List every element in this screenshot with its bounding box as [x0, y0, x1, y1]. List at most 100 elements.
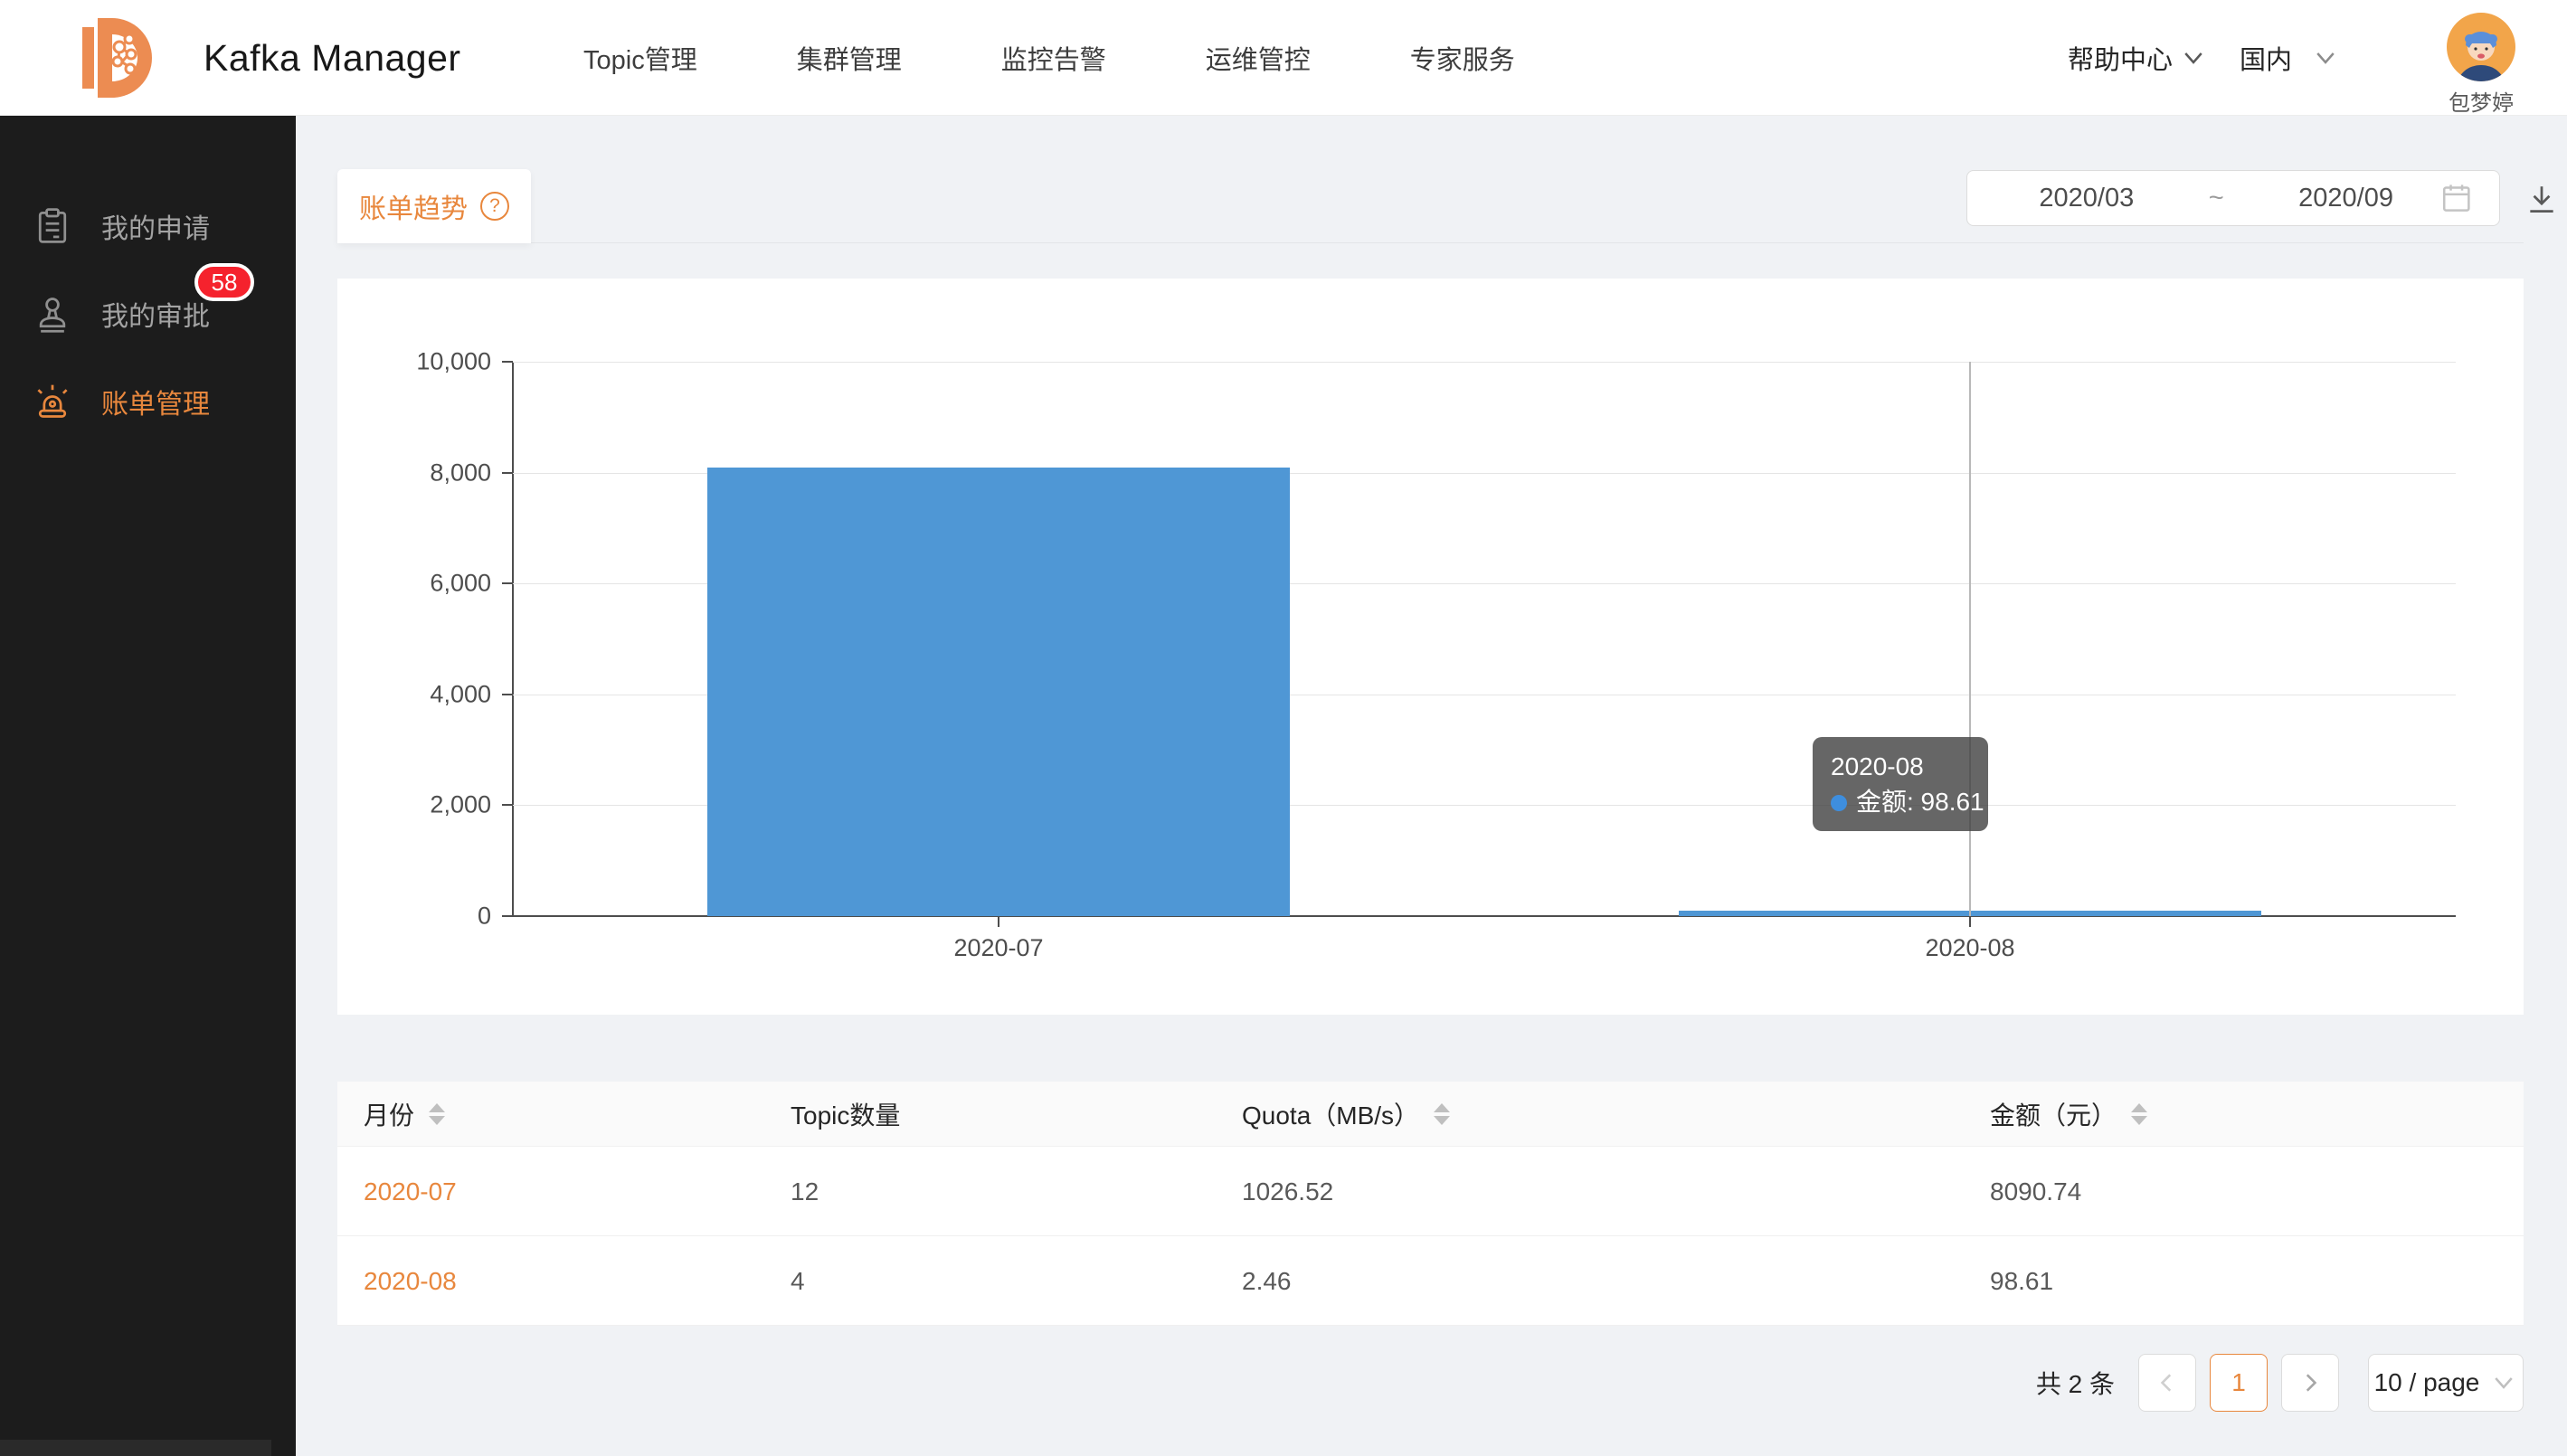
sidebar-item-我的申请[interactable]: 我的申请	[0, 182, 296, 269]
chevron-down-icon	[2180, 44, 2207, 71]
chevron-right-icon	[2298, 1371, 2322, 1395]
chart-plot: 02,0004,0006,0008,00010,0002020-072020-0…	[513, 362, 2456, 916]
y-tick	[502, 361, 513, 363]
app-title: Kafka Manager	[204, 0, 461, 116]
clipboard-icon	[33, 206, 72, 246]
y-tick	[502, 915, 513, 917]
x-axis-label: 2020-08	[1925, 934, 2014, 962]
table-cell: 98.61	[1990, 1236, 2053, 1326]
tooltip-value: 金额: 98.61	[1856, 788, 1984, 816]
sidebar-item-账单管理[interactable]: 账单管理	[0, 357, 296, 445]
y-tick	[502, 694, 513, 695]
nav-item-专家服务[interactable]: 专家服务	[1410, 39, 1515, 77]
sort-icon[interactable]	[2131, 1103, 2147, 1125]
help-center-label: 帮助中心	[2068, 39, 2173, 77]
sort-desc-icon	[2131, 1116, 2147, 1125]
column-label: 月份	[364, 1096, 414, 1132]
notification-badge: 58	[194, 263, 254, 301]
page-1-button[interactable]: 1	[2210, 1354, 2268, 1412]
next-page-button[interactable]	[2281, 1354, 2339, 1412]
chevron-left-icon	[2155, 1371, 2179, 1395]
sidebar-menu: 我的申请我的审批58 账单管理	[0, 116, 296, 445]
main-content: 账单趋势 ? 2020/03 ~ 2020/09 02,0004,0006,00…	[296, 116, 2567, 1456]
app-logo-icon	[77, 13, 167, 103]
y-tick	[502, 472, 513, 474]
nav-item-运维管控[interactable]: 运维管控	[1206, 39, 1311, 77]
nav-item-Topic管理[interactable]: Topic管理	[583, 39, 697, 77]
sort-desc-icon	[429, 1116, 445, 1125]
y-tick	[502, 804, 513, 806]
sort-asc-icon	[2131, 1103, 2147, 1112]
chevron-down-icon	[2312, 44, 2339, 71]
main-nav: Topic管理 集群管理 监控告警 运维管控 专家服务	[583, 0, 1615, 116]
chart-y-axis	[512, 362, 514, 916]
column-label: Topic数量	[791, 1096, 900, 1132]
user-menu[interactable]: 包梦婷	[2422, 13, 2540, 117]
month-link[interactable]: 2020-08	[364, 1236, 457, 1326]
column-header-金额（元）[interactable]: 金额（元）	[1990, 1082, 2147, 1147]
column-header-Quota（MB/s）[interactable]: Quota（MB/s）	[1242, 1082, 1450, 1147]
calendar-icon	[2439, 181, 2474, 215]
chart-tooltip: 2020-08 金额: 98.61	[1813, 737, 1988, 831]
sort-desc-icon	[1434, 1116, 1450, 1125]
y-axis-label: 10,000	[416, 348, 491, 376]
sidebar-item-我的审批[interactable]: 我的审批58	[0, 269, 296, 357]
date-end-input[interactable]: 2020/09	[2252, 184, 2440, 213]
tooltip-value-line: 金额: 98.61	[1831, 784, 1970, 819]
prev-page-button[interactable]	[2138, 1354, 2196, 1412]
month-link[interactable]: 2020-07	[364, 1147, 457, 1236]
page-size-select[interactable]: 10 / page	[2368, 1354, 2524, 1412]
download-icon[interactable]	[2524, 183, 2559, 217]
stamp-icon	[33, 294, 72, 334]
y-axis-label: 6,000	[430, 570, 491, 598]
tooltip-title: 2020-08	[1831, 749, 1970, 784]
column-header-月份[interactable]: 月份	[364, 1082, 445, 1147]
chart-crosshair	[1969, 362, 1971, 916]
sidebar: 我的申请我的审批58 账单管理	[0, 116, 296, 1456]
sidebar-collapse-bar[interactable]	[0, 1440, 271, 1456]
tab-bill-trend[interactable]: 账单趋势 ?	[337, 169, 531, 243]
sidebar-item-label: 我的申请	[101, 206, 210, 246]
sidebar-item-label: 我的审批	[101, 294, 210, 334]
top-header: Kafka Manager Topic管理 集群管理 监控告警 运维管控 专家服务 帮助…	[0, 0, 2567, 116]
region-label: 国内	[2240, 39, 2292, 77]
help-center-menu[interactable]: 帮助中心	[2068, 0, 2207, 116]
table-header-row: 月份 Topic数量 Quota（MB/s） 金额（元）	[337, 1082, 2524, 1147]
sort-icon[interactable]	[1434, 1103, 1450, 1125]
tab-label: 账单趋势	[359, 186, 468, 226]
nav-item-监控告警[interactable]: 监控告警	[1001, 39, 1106, 77]
pagination-total: 共 2 条	[2036, 1365, 2115, 1401]
bill-table: 月份Topic数量Quota（MB/s）金额（元） 2020-07121026.…	[337, 1082, 2524, 1326]
date-separator: ~	[2181, 184, 2252, 213]
bill-trend-chart-card: 02,0004,0006,0008,00010,0002020-072020-0…	[337, 279, 2524, 1015]
table-cell: 4	[791, 1236, 805, 1326]
date-range-picker[interactable]: 2020/03 ~ 2020/09	[1966, 170, 2500, 226]
avatar	[2447, 13, 2515, 81]
table-row: 2020-08 4 2.46 98.61	[337, 1236, 2524, 1326]
help-icon[interactable]: ?	[480, 192, 509, 221]
sort-asc-icon	[1434, 1103, 1450, 1112]
x-tick	[998, 916, 999, 927]
chart-bar-2020-07[interactable]	[707, 468, 1290, 916]
region-select[interactable]: 国内	[2240, 0, 2339, 116]
sidebar-item-label: 账单管理	[101, 382, 210, 421]
table-cell: 1026.52	[1242, 1147, 1333, 1236]
sort-icon[interactable]	[429, 1103, 445, 1125]
y-axis-label: 0	[478, 903, 491, 931]
table-cell: 2.46	[1242, 1236, 1292, 1326]
pagination: 共 2 条 1 10 / page	[2036, 1354, 2524, 1412]
table-row: 2020-07121026.528090.74	[337, 1147, 2524, 1236]
date-start-input[interactable]: 2020/03	[1993, 184, 2181, 213]
table-cell: 8090.74	[1990, 1147, 2081, 1236]
x-axis-label: 2020-07	[953, 934, 1043, 962]
y-axis-label: 2,000	[430, 791, 491, 819]
gridline	[513, 362, 2456, 363]
x-tick	[1969, 916, 1971, 927]
y-axis-label: 8,000	[430, 459, 491, 487]
nav-item-集群管理[interactable]: 集群管理	[797, 39, 902, 77]
column-label: 金额（元）	[1990, 1096, 2117, 1132]
sort-asc-icon	[429, 1103, 445, 1112]
series-dot-icon	[1831, 795, 1847, 811]
y-tick	[502, 582, 513, 584]
column-header-Topic数量: Topic数量	[791, 1082, 900, 1147]
